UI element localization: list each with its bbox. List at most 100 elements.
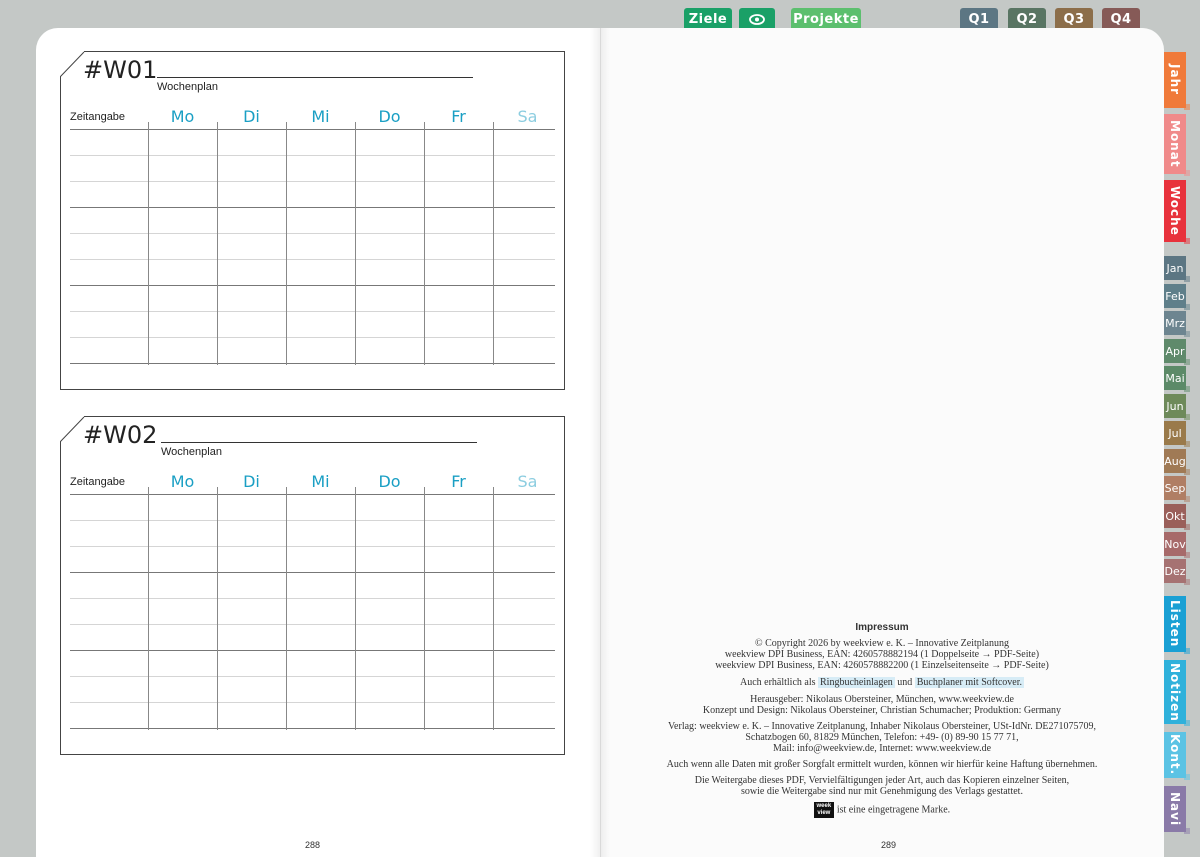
grid-row-line [70,207,555,208]
week-number: #W01 [83,56,158,84]
grid-row-line [70,155,555,156]
tab-label: Projekte [793,11,859,27]
side-tab-navi[interactable]: Navi [1164,786,1190,834]
week-subtitle: Wochenplan [157,81,218,93]
tab-label: Q1 [968,11,990,27]
and-text: und [897,677,913,688]
side-tab-jan[interactable]: Jan [1164,256,1190,282]
week-box-w02[interactable]: #W02 Wochenplan Zeitangabe Mo Di Mi Do Fr Sa [60,416,565,755]
tab-ziele[interactable]: Ziele [684,8,732,30]
day-label-do: Do [378,472,401,491]
grid-row-line [70,494,555,495]
week-grid[interactable] [70,487,555,730]
logo-top-text: week [816,803,832,809]
eye-icon [749,13,765,25]
liability-text: Auch wenn alle Daten mit großer Sorgfalt… [666,759,1098,770]
grid-row-line [70,702,555,703]
copyright-text: © Copyright 2026 by weekview e. K. – Inn… [755,638,1009,649]
tab-label: Q3 [1063,11,1085,27]
link-ringbucheinlagen[interactable]: Ringbucheinlagen [818,677,895,688]
side-tab-kont[interactable]: Kont. [1164,732,1190,780]
grid-column-line [424,122,425,365]
side-tab-label: Okt [1165,509,1185,523]
side-tab-nov[interactable]: Nov [1164,532,1190,558]
tab-label: Ziele [688,11,728,27]
side-tab-label: Jun [1166,399,1184,413]
side-tab-woche[interactable]: Woche [1164,180,1190,244]
side-tab-listen[interactable]: Listen [1164,596,1190,654]
side-tab-dez[interactable]: Dez [1164,559,1190,585]
grid-row-line [70,546,555,547]
time-column-label: Zeitangabe [70,476,126,488]
side-tab-label: Dez [1164,564,1186,578]
grid-column-line [148,122,149,365]
trademark-text: ist eine eingetragene Marke. [836,804,951,816]
day-label-fr: Fr [451,472,466,491]
verlag-text-3: Mail: info@weekview.de, Internet: www.we… [772,743,992,754]
day-label-do: Do [378,107,401,126]
side-tab-sep[interactable]: Sep [1164,476,1190,502]
available-prefix: Auch erhältlich als [739,677,816,688]
side-tab-label: Mai [1165,371,1185,385]
day-label-di: Di [243,472,260,491]
side-tab-label: Sep [1164,481,1186,495]
available-line: Auch erhältlich als Ringbucheinlagen und… [600,677,1164,688]
tab-eye[interactable] [739,8,775,30]
side-tab-apr[interactable]: Apr [1164,339,1190,365]
grid-row-line [70,285,555,286]
side-tab-aug[interactable]: Aug [1164,449,1190,475]
side-tab-jahr[interactable]: Jahr [1164,52,1190,110]
grid-row-line [70,337,555,338]
side-tab-monat[interactable]: Monat [1164,114,1190,176]
grid-column-line [286,122,287,365]
link-buchplaner[interactable]: Buchplaner mit Softcover. [914,677,1025,688]
verlag-text-2: Schatzbogen 60, 81829 München, Telefon: … [745,732,1019,743]
week-grid[interactable] [70,122,555,365]
week-box-w01[interactable]: #W01 Wochenplan Zeitangabe Mo Di Mi Do Fr Sa [60,51,565,390]
side-tab-jul[interactable]: Jul [1164,421,1190,447]
tab-projekte[interactable]: Projekte [791,8,861,30]
side-tab-jun[interactable]: Jun [1164,394,1190,420]
tab-q1[interactable]: Q1 [960,8,998,30]
impressum: Impressum © Copyright 2026 by weekview e… [600,622,1164,818]
tab-q3[interactable]: Q3 [1055,8,1093,30]
side-tab-label: Monat [1168,120,1182,168]
ean-text-2: weekview DPI Business, EAN: 426057888220… [715,660,1049,671]
day-label-sa: Sa [517,107,538,126]
tab-q2[interactable]: Q2 [1008,8,1046,30]
grid-column-line [148,487,149,730]
tab-q4[interactable]: Q4 [1102,8,1140,30]
side-tab-label: Nov [1164,537,1186,551]
grid-row-line [70,363,555,364]
grid-row-line [70,598,555,599]
side-tab-label: Listen [1168,600,1182,648]
day-label-mi: Mi [311,472,330,491]
side-tab-feb[interactable]: Feb [1164,284,1190,310]
design-text: Konzept und Design: Nikolaus Obersteiner… [702,705,1062,716]
side-tab-mai[interactable]: Mai [1164,366,1190,392]
side-tab-okt[interactable]: Okt [1164,504,1190,530]
copy-text-2: sowie die Weitergabe sind nur mit Genehm… [741,786,1023,797]
grid-column-line [493,122,494,365]
side-tab-label: Feb [1165,289,1185,303]
weekview-logo: week view [813,802,834,818]
grid-row-line [70,676,555,677]
side-tab-label: Jul [1168,426,1182,440]
grid-row-line [70,728,555,729]
grid-column-line [355,122,356,365]
trademark-line: week view ist eine eingetragene Marke. [600,802,1164,818]
side-tab-label: Kont. [1168,734,1182,776]
side-tab-notizen[interactable]: Notizen [1164,660,1190,726]
side-tab-label: Mrz [1165,316,1185,330]
day-label-mo: Mo [170,472,195,491]
side-tab-mrz[interactable]: Mrz [1164,311,1190,337]
grid-row-line [70,650,555,651]
day-label-sa: Sa [517,472,538,491]
day-label-mi: Mi [311,107,330,126]
side-tab-label: Navi [1168,791,1182,827]
week-title-line[interactable] [157,77,473,78]
grid-row-line [70,311,555,312]
week-title-line[interactable] [161,442,477,443]
grid-row-line [70,129,555,130]
page-number-left: 288 [305,840,321,850]
